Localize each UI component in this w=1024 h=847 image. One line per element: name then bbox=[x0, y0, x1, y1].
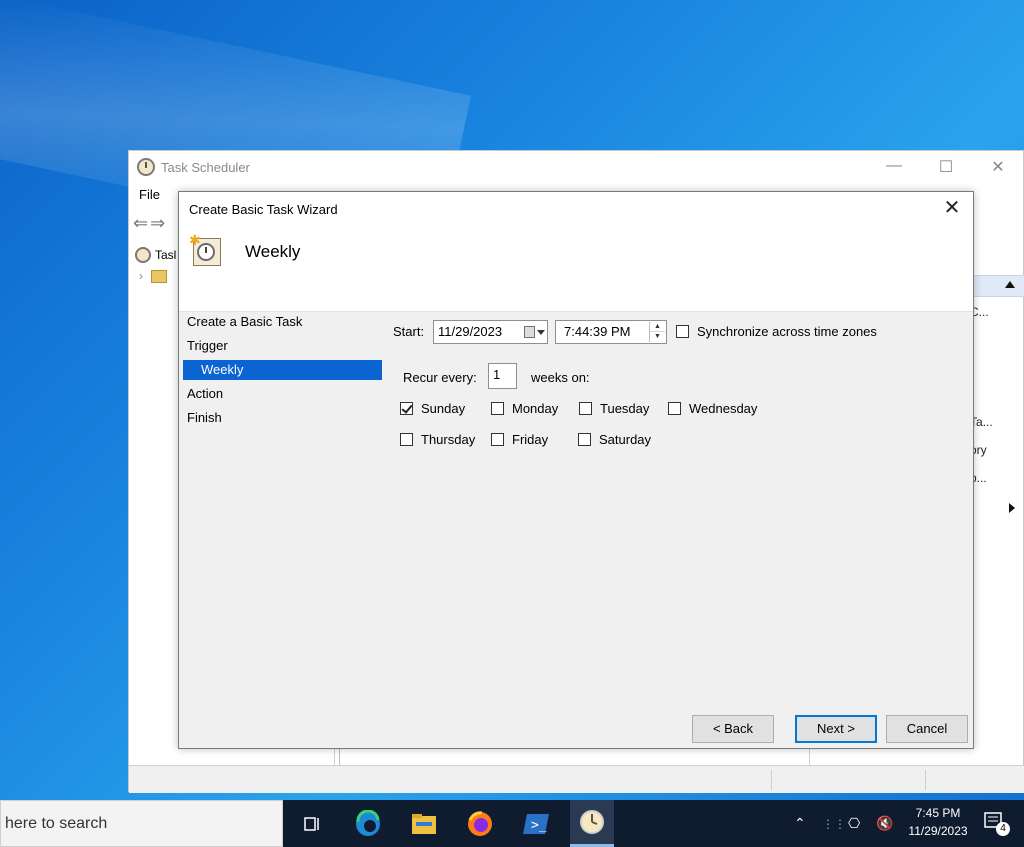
day-checkbox-tuesday[interactable]: Tuesday bbox=[579, 401, 649, 416]
recur-label: Recur every: bbox=[403, 370, 477, 385]
step-create-basic-task: Create a Basic Task bbox=[187, 314, 303, 329]
task-scheduler-icon bbox=[137, 158, 155, 176]
tree-item-label: Tasl bbox=[155, 248, 177, 262]
menu-file[interactable]: File bbox=[139, 187, 160, 202]
day-label: Sunday bbox=[421, 401, 466, 416]
day-label: Thursday bbox=[421, 432, 476, 447]
time-spinner[interactable]: ▲ ▼ bbox=[649, 322, 665, 342]
notification-center-icon[interactable]: 4 bbox=[984, 812, 1010, 836]
day-label: Friday bbox=[512, 432, 549, 447]
spin-up-icon: ▲ bbox=[650, 322, 665, 332]
day-checkbox-saturday[interactable]: Saturday bbox=[578, 432, 651, 447]
maximize-icon[interactable]: ☐ bbox=[931, 157, 961, 177]
firefox-icon[interactable] bbox=[464, 808, 496, 840]
status-separator bbox=[925, 770, 926, 790]
next-button[interactable]: Next > bbox=[795, 715, 877, 743]
wizard-title: Create Basic Task Wizard bbox=[189, 201, 338, 217]
taskbar-search-box[interactable]: here to search bbox=[0, 800, 283, 847]
touch-keyboard-icon[interactable]: ⋮⋮ bbox=[822, 800, 846, 847]
taskbar-clock[interactable]: 7:45 PM 11/29/2023 bbox=[900, 804, 976, 840]
monday-checkbox-box[interactable] bbox=[491, 402, 504, 415]
friday-checkbox-box[interactable] bbox=[491, 433, 504, 446]
tree-item-folder[interactable]: › bbox=[139, 269, 167, 283]
task-scheduler-taskbar-icon[interactable] bbox=[570, 800, 614, 847]
day-checkbox-thursday[interactable]: Thursday bbox=[400, 432, 475, 447]
start-time-field[interactable]: 7:44:39 PM ▲ ▼ bbox=[555, 320, 667, 344]
sync-checkbox-box[interactable] bbox=[676, 325, 689, 338]
status-bar bbox=[129, 765, 1024, 793]
day-label: Wednesday bbox=[689, 401, 758, 416]
edge-browser-icon[interactable] bbox=[352, 808, 384, 840]
day-checkbox-wednesday[interactable]: Wednesday bbox=[668, 401, 757, 416]
clock-date: 11/29/2023 bbox=[908, 824, 968, 838]
wizard-heading: Weekly bbox=[245, 242, 301, 261]
start-time-value: 7:44:39 PM bbox=[564, 324, 631, 339]
powershell-icon[interactable]: >_ bbox=[520, 808, 552, 840]
wizard-title-bar[interactable]: Create Basic Task Wizard bbox=[179, 192, 973, 226]
day-checkbox-friday[interactable]: Friday bbox=[491, 432, 548, 447]
taskbar: here to search >_ ⌃ ⋮⋮ ⎔ 🔇 7:45 PM 11/29… bbox=[0, 800, 1024, 847]
day-checkbox-sunday[interactable]: Sunday bbox=[400, 401, 465, 416]
sunday-checkbox-box[interactable] bbox=[400, 402, 413, 415]
clock-time: 7:45 PM bbox=[915, 806, 961, 820]
weeks-on-label: weeks on: bbox=[531, 370, 590, 385]
start-date-picker[interactable]: 11/29/2023 bbox=[433, 320, 548, 344]
clock-icon bbox=[135, 247, 151, 263]
chevron-right-icon: › bbox=[139, 269, 143, 283]
wizard-header: ✱ Weekly bbox=[179, 226, 973, 312]
back-button[interactable]: < Back bbox=[692, 715, 774, 743]
day-label: Tuesday bbox=[600, 401, 650, 416]
tree-item-library[interactable]: Tasl bbox=[135, 247, 176, 263]
expand-right-icon[interactable] bbox=[1009, 503, 1015, 513]
sync-timezones-checkbox[interactable]: Synchronize across time zones bbox=[676, 324, 877, 339]
collapse-up-icon bbox=[1005, 281, 1015, 288]
day-label: Monday bbox=[512, 401, 559, 416]
saturday-checkbox-box[interactable] bbox=[578, 433, 591, 446]
close-icon[interactable]: ✕ bbox=[983, 157, 1013, 177]
day-label: Saturday bbox=[599, 432, 652, 447]
sync-label: Synchronize across time zones bbox=[697, 324, 877, 339]
tuesday-checkbox-box[interactable] bbox=[579, 402, 592, 415]
calendar-dropdown-icon[interactable] bbox=[517, 324, 545, 340]
status-separator bbox=[771, 770, 772, 790]
wizard-close-icon[interactable]: ✕ bbox=[939, 196, 965, 222]
volume-muted-icon[interactable]: 🔇 bbox=[876, 800, 893, 847]
back-forward-arrows-icon[interactable]: ⇐⇒ bbox=[133, 213, 167, 234]
step-finish: Finish bbox=[187, 410, 222, 425]
folder-icon bbox=[151, 269, 167, 283]
network-icon[interactable]: ⎔ bbox=[848, 800, 860, 847]
notification-count-badge: 4 bbox=[996, 822, 1010, 836]
task-view-icon[interactable] bbox=[296, 808, 328, 840]
cancel-button[interactable]: Cancel bbox=[886, 715, 968, 743]
svg-text:>_: >_ bbox=[531, 818, 547, 833]
show-hidden-icons-icon[interactable]: ⌃ bbox=[794, 800, 806, 847]
file-explorer-icon[interactable] bbox=[408, 808, 440, 840]
task-calendar-icon: ✱ bbox=[189, 232, 223, 268]
start-date-value: 11/29/2023 bbox=[438, 324, 503, 339]
step-weekly: Weekly bbox=[183, 360, 382, 380]
recur-weeks-input[interactable]: 1 bbox=[488, 363, 517, 389]
step-action: Action bbox=[187, 386, 224, 401]
thursday-checkbox-box[interactable] bbox=[400, 433, 413, 446]
step-trigger: Trigger bbox=[187, 338, 228, 353]
wednesday-checkbox-box[interactable] bbox=[668, 402, 681, 415]
start-label: Start: bbox=[393, 324, 425, 339]
minimize-icon[interactable]: — bbox=[879, 157, 909, 175]
main-window-title: Task Scheduler bbox=[161, 159, 250, 175]
create-basic-task-wizard: Create Basic Task Wizard ✕ ✱ Weekly Crea… bbox=[178, 191, 974, 749]
spin-down-icon: ▼ bbox=[654, 333, 661, 340]
day-checkbox-monday[interactable]: Monday bbox=[491, 401, 558, 416]
